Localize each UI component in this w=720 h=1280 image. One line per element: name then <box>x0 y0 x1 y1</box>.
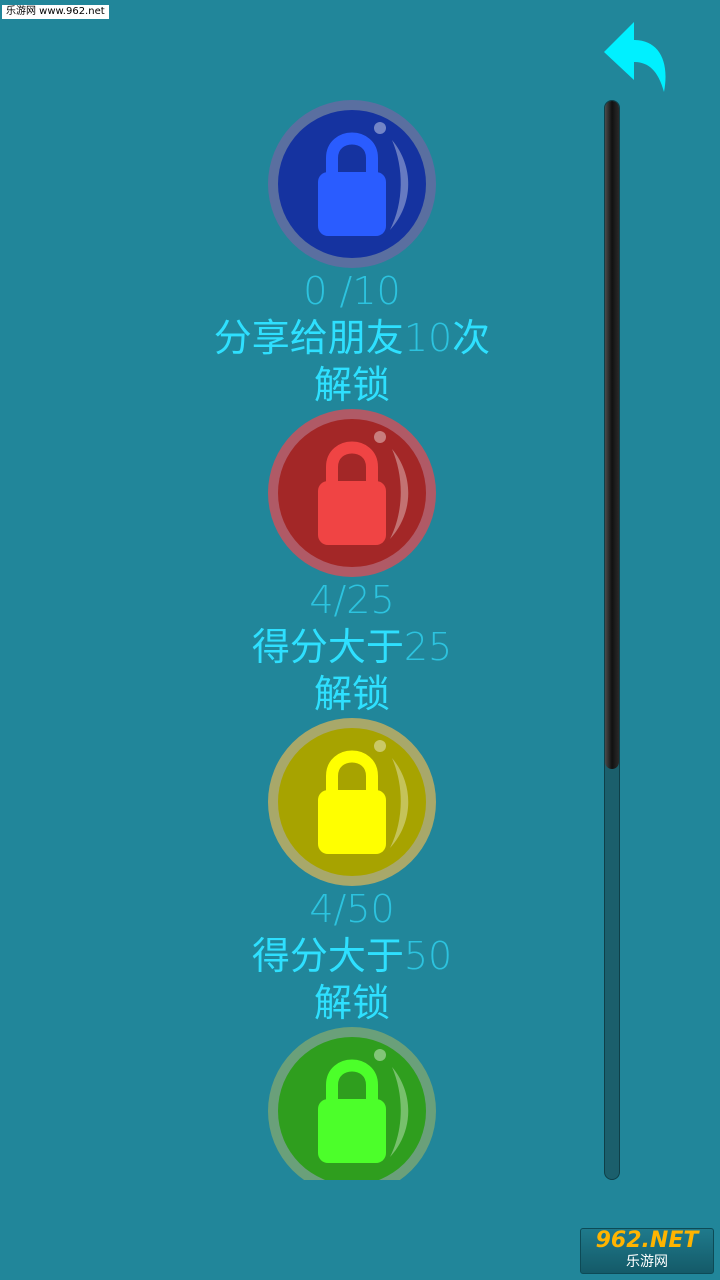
scrollbar-thumb[interactable] <box>605 101 619 770</box>
lock-button-yellow[interactable] <box>268 718 436 886</box>
progress-text: 4/50 <box>309 887 395 931</box>
lock-icon <box>268 718 436 886</box>
unlock-label[interactable]: 解锁 <box>0 671 600 717</box>
back-arrow-icon <box>604 22 666 92</box>
lock-button-red[interactable] <box>268 409 436 577</box>
watermark-bottom: 962.NET 乐游网 <box>580 1228 714 1274</box>
lock-button-blue[interactable] <box>268 100 436 268</box>
condition-text: 得分大于25 <box>251 625 453 669</box>
watermark-top: 乐游网 www.962.net <box>2 5 109 19</box>
condition-text: 得分大于50 <box>251 934 453 978</box>
lock-button-green[interactable] <box>268 1027 436 1180</box>
unlock-label[interactable]: 解锁 <box>0 980 600 1026</box>
progress-text: 4/25 <box>309 578 395 622</box>
unlock-label[interactable]: 解锁 <box>0 362 600 408</box>
progress-text: 0 /10 <box>303 269 401 313</box>
achievement-list: 0 /10 分享给朋友10次 解锁 4/25 得分大于25 解锁 4/50 得分… <box>0 100 600 1180</box>
lock-icon <box>268 409 436 577</box>
back-button[interactable] <box>600 18 672 98</box>
lock-icon <box>268 1027 436 1180</box>
scrollbar-track[interactable] <box>604 100 620 1180</box>
condition-text: 分享给朋友10次 <box>213 316 491 360</box>
lock-icon <box>268 100 436 268</box>
